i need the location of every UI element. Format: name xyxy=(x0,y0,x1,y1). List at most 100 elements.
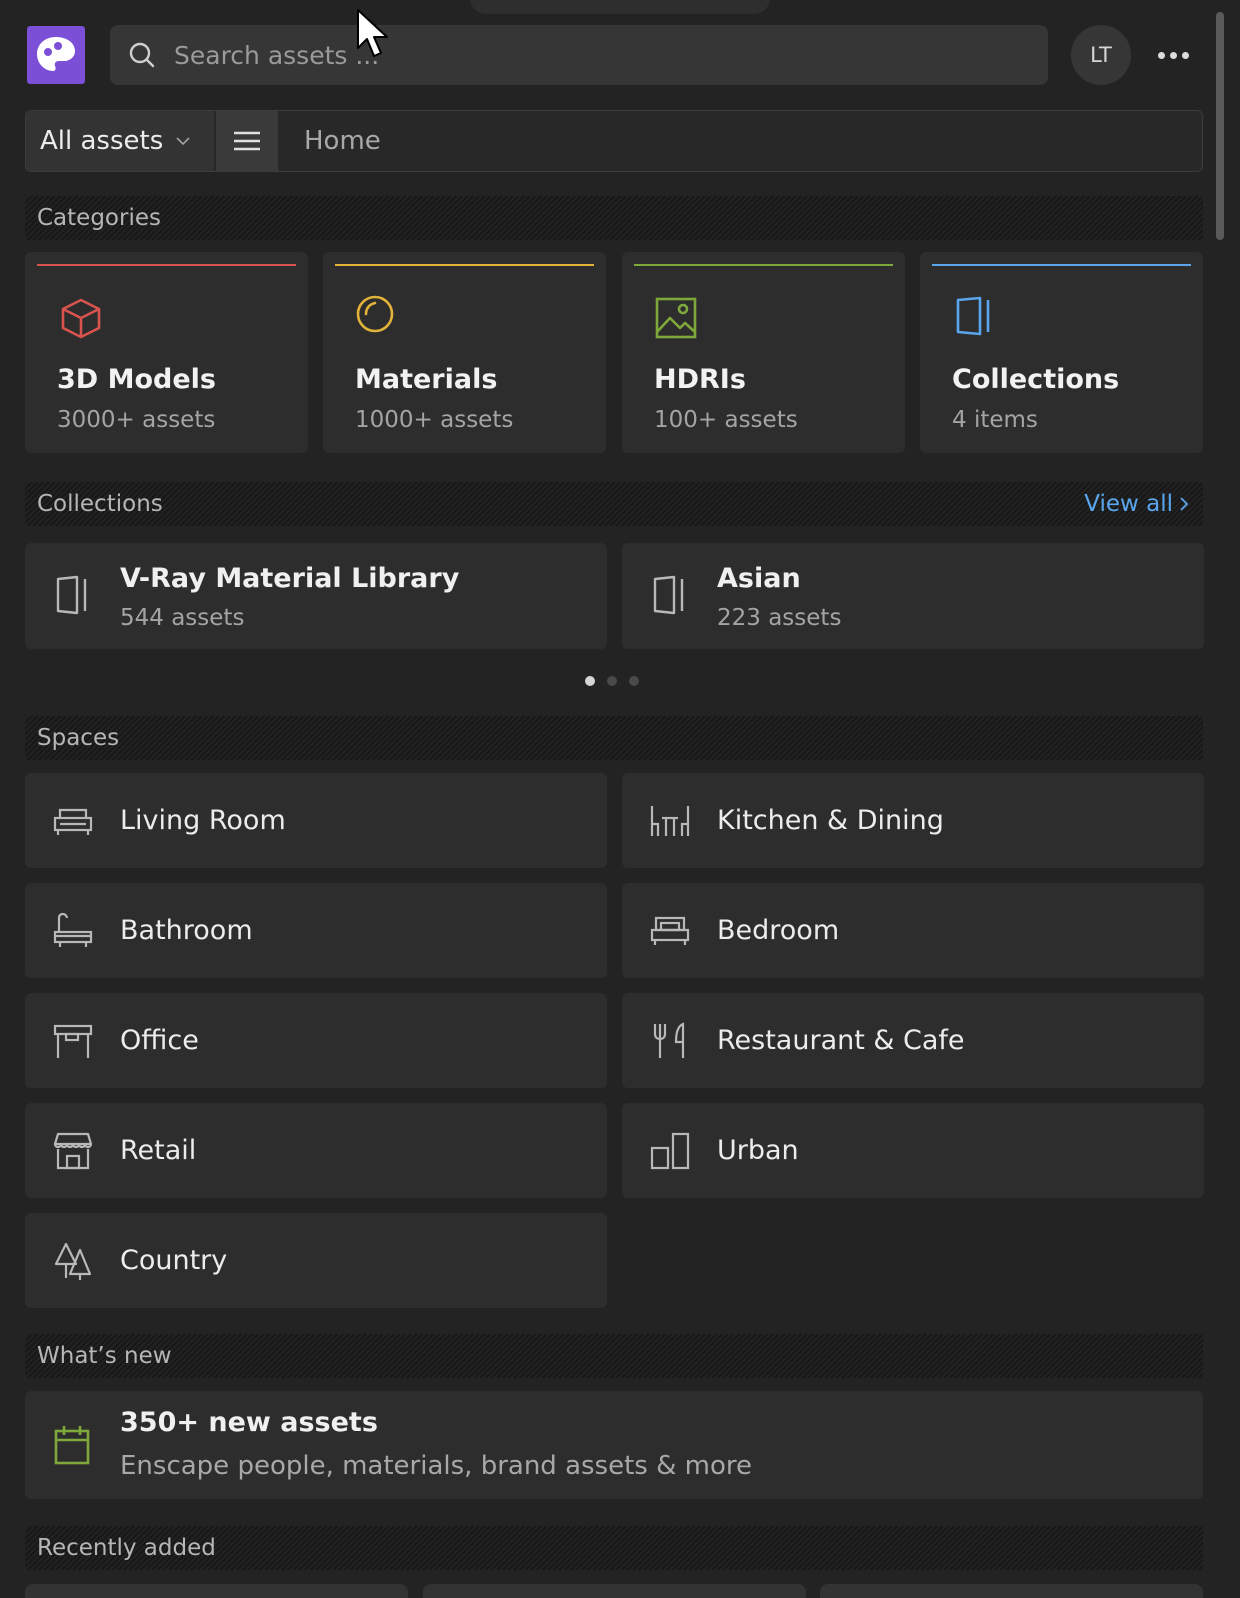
buildings-icon xyxy=(650,1132,690,1169)
dining-table-icon xyxy=(650,805,690,836)
desk-icon xyxy=(53,1024,93,1058)
category-title: HDRIs xyxy=(654,364,746,395)
search-icon xyxy=(129,42,155,68)
collection-count: 223 assets xyxy=(717,605,842,631)
whats-new-description: Enscape people, materials, brand assets … xyxy=(120,1451,752,1481)
avatar-initials: LT xyxy=(1090,43,1112,67)
space-label: Restaurant & Cafe xyxy=(717,1025,965,1056)
category-card-3d-models[interactable]: 3D Models 3000+ assets xyxy=(25,252,308,453)
section-title: Collections xyxy=(37,491,163,517)
space-label: Bathroom xyxy=(120,915,253,946)
carousel-dot[interactable] xyxy=(607,676,617,686)
image-icon xyxy=(655,297,697,339)
recent-asset-thumbnail[interactable] xyxy=(423,1584,806,1598)
space-bedroom[interactable]: Bedroom xyxy=(622,883,1204,978)
dot xyxy=(1157,51,1165,59)
asset-filter-value: All assets xyxy=(40,126,164,156)
mouse-cursor-icon xyxy=(357,9,388,57)
breadcrumb-home[interactable]: Home xyxy=(304,126,381,156)
carousel-pagination xyxy=(585,676,639,686)
menu-button[interactable] xyxy=(216,111,278,171)
category-accent-bar xyxy=(932,264,1191,266)
whats-new-section-header: What’s new xyxy=(25,1334,1203,1378)
space-label: Living Room xyxy=(120,805,286,836)
space-country[interactable]: Country xyxy=(25,1213,607,1308)
whats-new-card[interactable]: 350+ new assets Enscape people, material… xyxy=(25,1391,1203,1499)
space-restaurant-cafe[interactable]: Restaurant & Cafe xyxy=(622,993,1204,1088)
material-sphere-icon xyxy=(356,295,394,333)
category-count: 3000+ assets xyxy=(57,407,216,433)
space-office[interactable]: Office xyxy=(25,993,607,1088)
hamburger-icon xyxy=(234,131,260,151)
category-count: 4 items xyxy=(952,407,1038,433)
view-all-label: View all xyxy=(1084,491,1173,517)
collection-icon xyxy=(956,296,990,336)
category-card-hdris[interactable]: HDRIs 100+ assets xyxy=(622,252,905,453)
recent-asset-thumbnail[interactable] xyxy=(820,1584,1203,1598)
category-card-materials[interactable]: Materials 1000+ assets xyxy=(323,252,606,453)
asset-library-panel: LT All assets Home Categories xyxy=(0,0,1240,1598)
view-all-link[interactable]: View all xyxy=(1084,491,1189,517)
space-label: Country xyxy=(120,1245,228,1276)
space-retail[interactable]: Retail xyxy=(25,1103,607,1198)
space-label: Office xyxy=(120,1025,199,1056)
user-avatar[interactable]: LT xyxy=(1071,25,1131,85)
dot xyxy=(1169,51,1177,59)
collection-icon xyxy=(653,575,684,615)
collection-title: Asian xyxy=(717,563,801,594)
space-label: Urban xyxy=(717,1135,799,1166)
space-label: Retail xyxy=(120,1135,197,1166)
carousel-dot[interactable] xyxy=(629,676,639,686)
breadcrumb[interactable]: Home xyxy=(278,111,381,171)
category-count: 100+ assets xyxy=(654,407,798,433)
categories-section-header: Categories xyxy=(25,196,1203,240)
search-bar[interactable] xyxy=(110,25,1048,85)
space-bathroom[interactable]: Bathroom xyxy=(25,883,607,978)
category-count: 1000+ assets xyxy=(355,407,514,433)
section-title: Spaces xyxy=(37,725,120,751)
window-notch xyxy=(470,0,770,14)
space-label: Kitchen & Dining xyxy=(717,805,944,836)
bathtub-icon xyxy=(53,912,93,947)
cube-icon xyxy=(61,298,101,339)
search-input[interactable] xyxy=(174,40,994,70)
category-accent-bar xyxy=(634,264,893,266)
category-card-collections[interactable]: Collections 4 items xyxy=(920,252,1203,453)
space-kitchen-dining[interactable]: Kitchen & Dining xyxy=(622,773,1204,868)
recently-added-section-header: Recently added xyxy=(25,1526,1203,1570)
collection-count: 544 assets xyxy=(120,605,245,631)
chevron-right-icon xyxy=(1180,497,1189,511)
collections-section-header: Collections View all xyxy=(25,482,1203,526)
category-title: Materials xyxy=(355,364,498,395)
space-label: Bedroom xyxy=(717,915,840,946)
vertical-scrollbar-thumb[interactable] xyxy=(1216,12,1224,240)
category-accent-bar xyxy=(335,264,594,266)
section-title: What’s new xyxy=(37,1343,172,1369)
section-title: Recently added xyxy=(37,1535,216,1561)
asset-filter-dropdown[interactable]: All assets xyxy=(26,111,214,171)
dot xyxy=(1181,51,1189,59)
more-options-button[interactable] xyxy=(1154,40,1192,70)
chevron-down-icon xyxy=(176,137,190,146)
spaces-section-header: Spaces xyxy=(25,716,1203,760)
collection-card[interactable]: Asian 223 assets xyxy=(622,543,1204,649)
recent-asset-thumbnail[interactable] xyxy=(25,1584,408,1598)
collection-title: V-Ray Material Library xyxy=(120,563,460,594)
fork-knife-icon xyxy=(653,1021,685,1058)
whats-new-title: 350+ new assets xyxy=(120,1407,378,1438)
sofa-icon xyxy=(53,808,93,835)
space-living-room[interactable]: Living Room xyxy=(25,773,607,868)
category-accent-bar xyxy=(37,264,296,266)
category-title: 3D Models xyxy=(57,364,216,395)
carousel-dot-active[interactable] xyxy=(585,676,595,686)
space-urban[interactable]: Urban xyxy=(622,1103,1204,1198)
app-logo[interactable] xyxy=(27,26,85,84)
storefront-icon xyxy=(53,1132,93,1169)
trees-icon xyxy=(54,1242,92,1280)
collection-card[interactable]: V-Ray Material Library 544 assets xyxy=(25,543,607,649)
category-title: Collections xyxy=(952,364,1120,395)
navigation-bar: All assets Home xyxy=(25,110,1203,172)
bed-icon xyxy=(650,916,690,945)
calendar-icon xyxy=(54,1426,90,1465)
palette-logo-icon xyxy=(37,37,75,71)
